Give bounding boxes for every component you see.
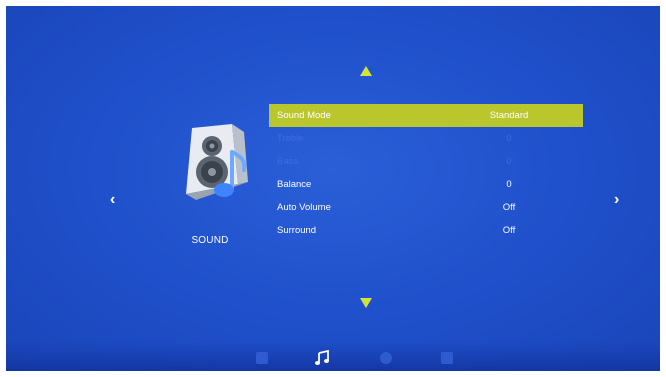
menu-row-value: 0: [506, 133, 512, 144]
category-bar: [6, 341, 660, 371]
menu-row-value: Off: [502, 225, 516, 236]
lock-icon[interactable]: [441, 352, 453, 364]
nav-left-icon[interactable]: ‹: [110, 192, 115, 208]
menu-row-label: Surround: [277, 225, 317, 236]
menu-row-label: Balance: [277, 179, 312, 190]
picture-icon[interactable]: [256, 352, 268, 364]
menu-row-label: Bass: [277, 156, 299, 167]
speaker-music-note-icon: [186, 124, 248, 200]
tv-osd-screen: ‹ › SOUND Sound Mode Standard Treble 0 B…: [6, 6, 660, 371]
clock-icon[interactable]: [380, 352, 392, 364]
menu-row-label: Sound Mode: [277, 110, 331, 121]
category-label: SOUND: [191, 235, 229, 246]
music-note-icon[interactable]: [314, 350, 330, 366]
menu-row-bass: Bass 0: [269, 150, 583, 173]
menu-row-value: 0: [506, 156, 512, 167]
menu-row-balance[interactable]: Balance 0: [269, 173, 583, 196]
menu-row-treble: Treble 0: [269, 127, 583, 150]
menu-row-auto-volume[interactable]: Auto Volume Off: [269, 196, 583, 219]
menu-row-value: Off: [502, 202, 516, 213]
menu-row-value: 0: [506, 179, 512, 190]
arrow-down-icon[interactable]: [360, 298, 372, 308]
sound-menu: Sound Mode Standard Treble 0 Bass 0 Bala…: [269, 104, 583, 242]
menu-row-value: Standard: [489, 110, 529, 121]
menu-row-label: Treble: [277, 133, 304, 144]
menu-row-label: Auto Volume: [277, 202, 331, 213]
menu-row-surround[interactable]: Surround Off: [269, 219, 583, 242]
menu-row-sound-mode[interactable]: Sound Mode Standard: [269, 104, 583, 127]
arrow-up-icon[interactable]: [360, 66, 372, 76]
nav-right-icon[interactable]: ›: [614, 192, 619, 208]
